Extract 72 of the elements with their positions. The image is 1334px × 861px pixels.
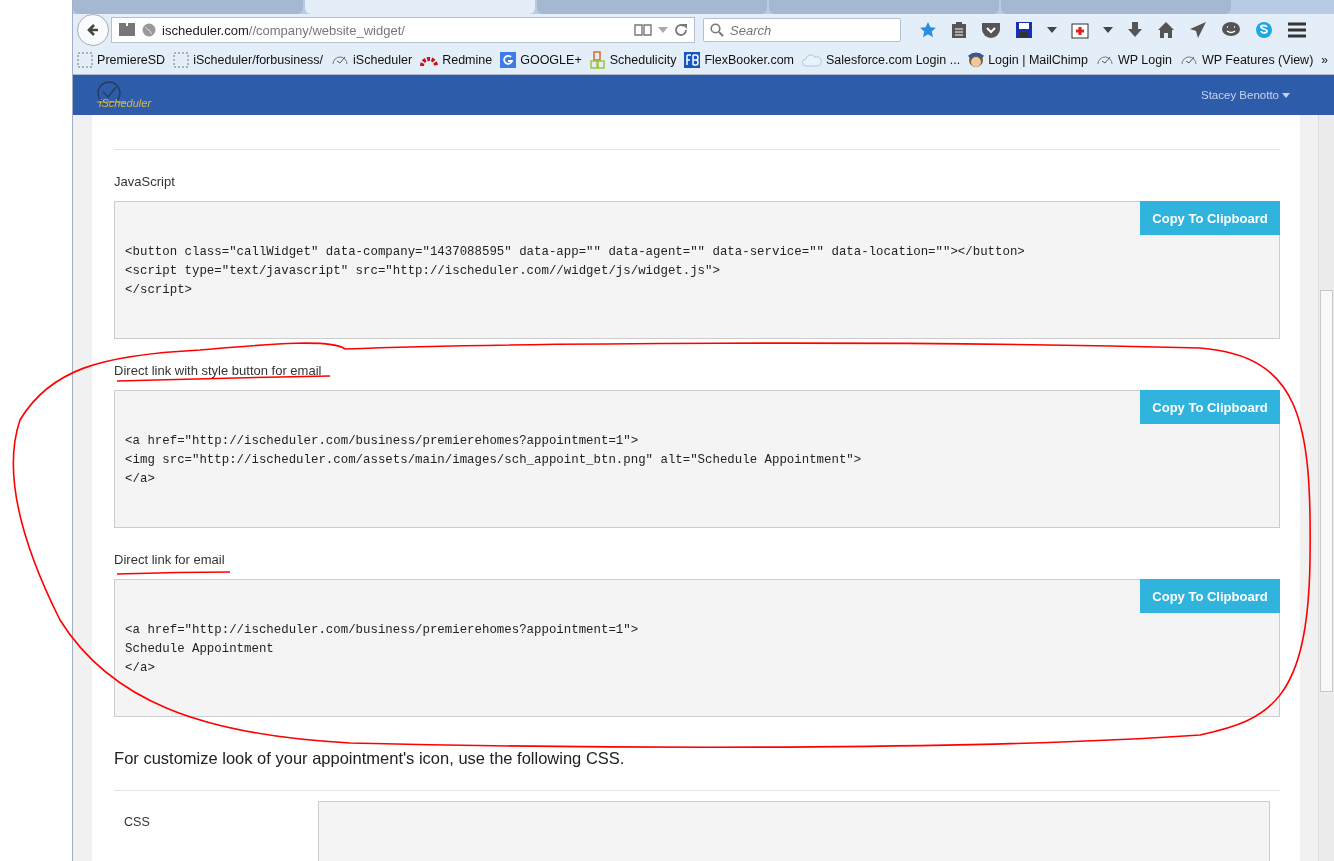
code-line: <img src="http://ischeduler.com/assets/main/images/sch_appoint_btn.png" alt="Schedule Appointment"> [125,452,863,469]
menu-icon[interactable] [1287,22,1308,38]
download-icon[interactable] [1127,21,1144,39]
section-label: Direct link for email [114,552,226,567]
bookmark-label[interactable]: Schedulicity [609,53,677,67]
code-line: <button class="callWidget" data-company="1437088595" data-app="" data-agent="" data-service="" data-location=""></button> [125,244,1026,261]
monkey-icon [968,51,985,69]
dropdown-icon[interactable] [1103,26,1114,34]
bookmark-label[interactable]: iScheduler [353,53,413,67]
dropdown-icon[interactable] [1047,26,1058,34]
cloud-icon [802,53,822,67]
first-aid-icon[interactable] [1071,21,1090,39]
star-icon[interactable] [919,21,938,39]
bookmark-item[interactable]: Login | MailChimp [968,51,1088,69]
bookmark-label[interactable]: Salesforce.com Login ... [826,53,961,67]
bookmark-item[interactable]: WP Features (View) [1179,52,1314,68]
blocks-icon [589,51,606,69]
bookmark-label[interactable]: PremiereSD [97,53,166,67]
bookmark-label[interactable]: GOOGLE+ [520,53,582,67]
bookmark-item[interactable]: Schedulicity [589,51,677,69]
bookmark-item[interactable]: FlexBooker.com [684,52,794,68]
globe-icon [142,23,157,37]
bookmark-label[interactable]: FlexBooker.com [704,53,794,67]
code-line: <script type="text/javascript" src="http://ischeduler.com//widget/js/widget.js"> [125,263,721,280]
tabs-icon[interactable] [118,23,137,37]
letter-g-icon [500,52,517,68]
bookmark-label[interactable]: WP Features (View) [1201,53,1314,67]
bookmark-label[interactable]: Login | MailChimp [988,53,1088,67]
bookmarks-overflow-button[interactable]: » [1321,53,1328,67]
address-bar[interactable]: ischeduler.com//company/website_widget/ [111,17,696,43]
bookmark-item[interactable]: iScheduler/forbusiness/ [173,52,324,68]
bookmark-label[interactable]: Redmine [442,53,493,67]
code-line: </a> [125,660,156,677]
scrollbar-thumb[interactable] [1320,290,1333,692]
code-line: </a> [125,471,156,488]
reload-icon[interactable] [674,23,689,37]
skype-icon[interactable] [1255,21,1274,39]
code-line: </script> [125,282,193,299]
home-icon[interactable] [1157,21,1176,39]
bookmark-item[interactable]: Salesforce.com Login ... [802,53,961,67]
bookmark-item[interactable]: GOOGLE+ [500,52,582,68]
code-box[interactable] [114,201,1280,339]
bookmark-item[interactable]: iScheduler [331,52,413,68]
instruction-text: For customize look of your appointment's icon, use the following CSS. [114,749,626,768]
code-line: <a href="http://ischeduler.com/business/premierehomes?appointment=1"> [125,622,640,639]
reader-view-icon[interactable] [634,23,653,37]
bookmark-item[interactable]: WP Login [1095,52,1172,68]
section-label: JavaScript [114,174,176,189]
code-line: <a href="http://ischeduler.com/business/premierehomes?appointment=1"> [125,433,640,450]
paper-plane-icon[interactable] [1189,21,1208,39]
url-text: ischeduler.com//company/website_widget/ [162,22,406,38]
clipboard-icon[interactable] [951,21,968,39]
scrollbar[interactable] [1318,115,1334,861]
section-label: Direct link with style button for email [114,363,323,378]
chat-icon[interactable] [1221,21,1242,39]
pocket-icon[interactable] [981,22,1002,38]
bookmark-label[interactable]: WP Login [1117,53,1172,67]
page-icon [77,52,94,68]
code-box[interactable]: Copy To Clipboard <a href="http://ischeduler.com/business/premierehomes?appointment=1"> <img src="http://ischeduler.com/assets/main/images/sch_appoint_btn.png" alt="Schedule Appointment"> </a> [114,390,1280,528]
code-box[interactable]: Copy To Clipboard <a href="http://ischeduler.com/business/premierehomes?appointment=1"> Schedule Appointment </a> [114,579,1280,717]
bookmark-item[interactable]: Redmine [420,52,493,68]
back-button[interactable] [77,14,110,46]
code-line: Schedule Appointment [125,641,275,658]
user-menu[interactable]: Stacey Benotto [1201,89,1290,101]
fb-icon [684,52,701,68]
bookmark-item[interactable]: PremiereSD [77,52,166,68]
page-icon [173,52,190,68]
css-label: CSS [123,814,151,831]
search-field[interactable]: Search [703,18,902,42]
search-icon [710,23,725,37]
bookmark-label[interactable]: iScheduler/forbusiness/ [193,53,324,67]
caret-icon [1282,92,1290,98]
